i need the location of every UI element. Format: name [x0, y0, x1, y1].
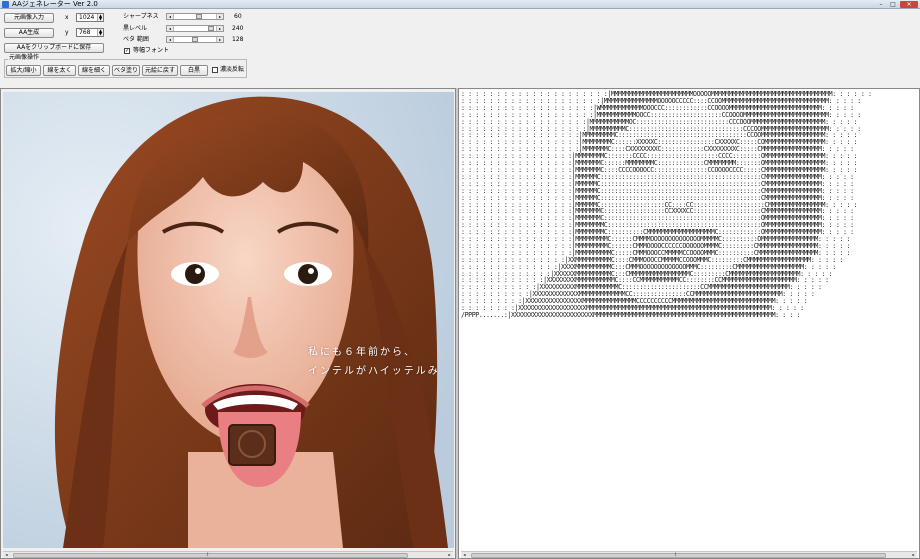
scroll-right-arrow-icon[interactable]: ▸ [910, 552, 917, 558]
source-photo: 私にも６年前から、 インテルがハイッテルみ [3, 92, 454, 548]
slider-left-arrow-icon[interactable]: ◂ [167, 37, 174, 42]
app-icon [2, 1, 9, 8]
monochrome-button[interactable]: 白黒 [180, 65, 208, 76]
scroll-left-arrow-icon[interactable]: ◂ [461, 552, 468, 558]
scroll-grip-icon: ⁞ [675, 552, 677, 558]
width-spinner[interactable]: 1024 ▲ ▼ [76, 13, 104, 22]
maximize-button[interactable]: □ [888, 1, 898, 8]
black-level-value: 240 [232, 25, 244, 32]
image-ops-group-label: 元画像操作 [8, 54, 41, 62]
window-title: AAジェネレーター Ver 2.0 [12, 0, 98, 8]
slider-right-arrow-icon[interactable]: ▸ [216, 37, 223, 42]
close-button[interactable]: ✕ [900, 1, 918, 8]
y-label: y [65, 29, 69, 36]
thicken-lines-button[interactable]: 線を太く [43, 65, 76, 76]
restore-original-button[interactable]: 元絵に戻す [142, 65, 178, 76]
monospace-font-label: 等幅フォント [133, 47, 170, 54]
spin-down-icon[interactable]: ▼ [98, 17, 103, 21]
invert-checkbox[interactable] [212, 67, 218, 73]
scroll-grip-icon: ⁞ [207, 552, 209, 558]
width-spinner-arrows[interactable]: ▲ ▼ [97, 14, 103, 21]
solid-fill-button[interactable]: ベタ塗り [112, 65, 140, 76]
left-horizontal-scrollbar[interactable]: ◂ ⁞ ▸ [3, 551, 453, 558]
slider-right-arrow-icon[interactable]: ▸ [216, 14, 223, 19]
scale-button[interactable]: 拡大/縮小 [6, 65, 41, 76]
spin-down-icon[interactable]: ▼ [98, 32, 103, 36]
fill-range-value: 128 [232, 36, 244, 43]
save-clipboard-button[interactable]: AAをクリップボードに保存 [4, 43, 104, 53]
scroll-thumb[interactable]: ⁞ [471, 552, 886, 558]
sharpness-slider[interactable]: ◂ ▸ [166, 13, 224, 20]
scroll-right-arrow-icon[interactable]: ▸ [446, 552, 453, 558]
slider-left-arrow-icon[interactable]: ◂ [167, 26, 174, 31]
photo-illustration [3, 92, 454, 548]
width-value: 1024 [79, 14, 95, 21]
load-image-button[interactable]: 元画像入力 [4, 13, 54, 23]
height-value: 768 [79, 29, 91, 36]
photo-caption-line1: 私にも６年前から、 [308, 347, 416, 358]
height-spinner-arrows[interactable]: ▲ ▼ [97, 29, 103, 36]
thin-lines-button[interactable]: 線を細く [78, 65, 110, 76]
invert-label: 濃淡反転 [220, 66, 245, 73]
sharpness-label: シャープネス [123, 13, 159, 20]
slider-left-arrow-icon[interactable]: ◂ [167, 14, 174, 19]
minimize-button[interactable]: – [876, 1, 886, 8]
sharpness-value: 60 [234, 13, 242, 20]
height-spinner[interactable]: 768 ▲ ▼ [76, 28, 104, 37]
right-horizontal-scrollbar[interactable]: ◂ ⁞ ▸ [461, 551, 917, 558]
photo-caption-line2: インテルがハイッテルみ [308, 366, 440, 377]
x-label: x [65, 14, 69, 21]
scroll-thumb[interactable]: ⁞ [13, 552, 408, 558]
slider-thumb[interactable] [196, 14, 203, 19]
slider-right-arrow-icon[interactable]: ▸ [216, 26, 223, 31]
scroll-left-arrow-icon[interactable]: ◂ [3, 552, 10, 558]
aa-art-text: : : : : : : : : : : : : : : : : : : : : … [461, 90, 872, 319]
aa-output-pane[interactable]: : : : : : : : : : : : : : : : : : : : : … [458, 88, 920, 559]
slider-thumb[interactable] [207, 26, 214, 31]
fill-range-slider[interactable]: ◂ ▸ [166, 36, 224, 43]
title-bar[interactable]: AAジェネレーター Ver 2.0 – □ ✕ [0, 0, 920, 9]
generate-aa-button[interactable]: AA生成 [4, 28, 54, 38]
fill-range-label: ベタ 範囲 [123, 36, 149, 43]
slider-thumb[interactable] [192, 37, 198, 42]
black-level-slider[interactable]: ◂ ▸ [166, 25, 224, 32]
black-level-label: 黒レベル [123, 25, 148, 32]
monospace-font-checkbox[interactable]: ✓ [124, 48, 130, 54]
source-image-pane[interactable]: 私にも６年前から、 インテルがハイッテルみ ◂ ⁞ ▸ [0, 88, 456, 559]
